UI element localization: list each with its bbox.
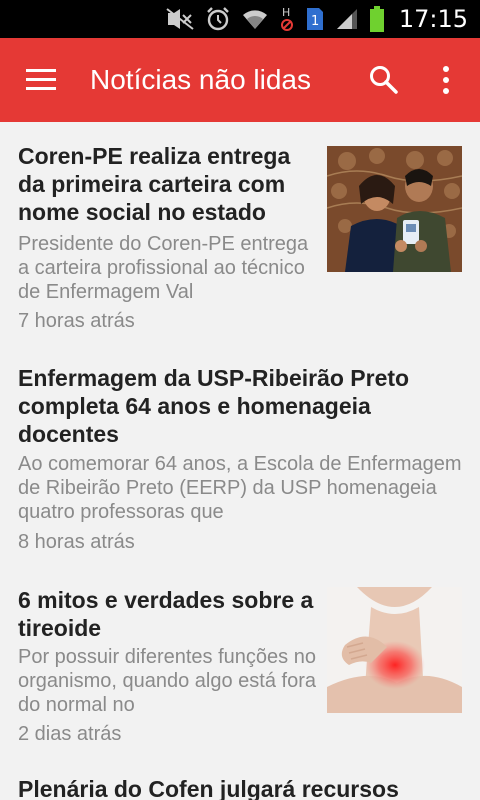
battery-icon	[369, 5, 385, 33]
alarm-icon	[205, 6, 231, 32]
search-icon[interactable]	[368, 64, 400, 101]
menu-icon[interactable]	[26, 68, 56, 97]
two-people-holding-card-photo	[327, 146, 462, 272]
article-time: 2 dias atrás	[18, 723, 122, 745]
article-title: Enfermagem da USP-Ribeirão Preto complet…	[18, 365, 410, 447]
article-thumbnail	[327, 587, 462, 713]
signal-icon	[335, 7, 359, 31]
article-summary: Por possuir diferentes funções no organi…	[18, 646, 316, 716]
article-item[interactable]: 6 mitos e verdades sobre a tireoide Por …	[0, 565, 480, 758]
neck-thyroid-photo	[327, 587, 462, 713]
article-item[interactable]: Plenária do Cofen julgará recursos	[0, 758, 480, 800]
network-type-label: H	[282, 6, 290, 19]
sim-1-icon: 1	[305, 6, 325, 32]
article-item[interactable]: Coren-PE realiza entrega da primeira car…	[0, 122, 480, 344]
toolbar-title: Notícias não lidas	[90, 64, 312, 95]
more-vert-icon[interactable]	[438, 64, 454, 101]
app-toolbar: Notícias não lidas	[0, 38, 480, 122]
article-time: 7 horas atrás	[18, 310, 135, 332]
article-title: Plenária do Cofen julgará recursos	[18, 776, 399, 800]
article-time: 8 horas atrás	[18, 531, 135, 553]
article-summary: Presidente do Coren-PE entrega a carteir…	[18, 233, 309, 303]
wifi-icon	[241, 7, 269, 31]
article-summary: Ao comemorar 64 anos, a Escola de Enferm…	[18, 453, 462, 523]
article-title: Coren-PE realiza entrega da primeira car…	[18, 143, 291, 225]
status-bar: H 1 17:15	[0, 0, 480, 38]
article-thumbnail	[327, 146, 462, 272]
article-item[interactable]: Enfermagem da USP-Ribeirão Preto complet…	[0, 344, 480, 565]
news-feed[interactable]: Coren-PE realiza entrega da primeira car…	[0, 122, 480, 800]
mute-icon	[165, 7, 195, 31]
article-title: 6 mitos e verdades sobre a tireoide	[18, 587, 314, 641]
sim-slot-label: 1	[311, 14, 319, 29]
status-time: 17:15	[398, 5, 468, 33]
hsdpa-icon: H	[279, 5, 295, 33]
status-icons: H 1 17:15	[165, 0, 480, 38]
